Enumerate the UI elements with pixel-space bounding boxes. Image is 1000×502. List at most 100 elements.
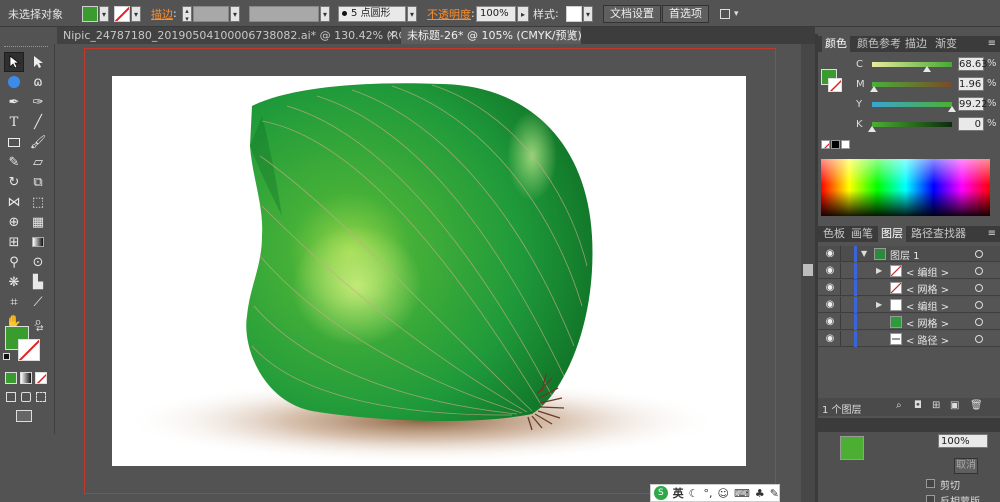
eye-icon[interactable]: ◉ [824, 333, 836, 345]
release-mask-button[interactable]: 取消 [954, 458, 978, 474]
style-swatch[interactable] [566, 5, 582, 22]
pencil-tool[interactable]: ✎ [4, 152, 24, 172]
screen-mode-button[interactable] [16, 410, 32, 422]
lasso-tool[interactable]: ɷ [28, 72, 48, 92]
variable-width-dropdown[interactable]: ▾ [320, 5, 330, 22]
document-setup-button[interactable]: 文档设置 [603, 4, 661, 23]
direct-selection-tool[interactable] [28, 52, 48, 72]
slider-knob[interactable] [948, 106, 956, 112]
opacity-dropdown[interactable]: ▸ [517, 5, 529, 22]
eraser-tool[interactable]: ▱ [28, 152, 48, 172]
variable-width-field[interactable] [249, 5, 319, 22]
channel-value[interactable]: 68.63 [958, 57, 988, 71]
selection-tool[interactable] [4, 52, 24, 72]
layer-row[interactable]: ◉ < 路径 > [818, 331, 1000, 347]
target-circle-icon[interactable] [975, 335, 983, 343]
target-circle-icon[interactable] [975, 267, 983, 275]
tab-swatches[interactable]: 色板 [820, 226, 848, 242]
stroke-swatch[interactable] [114, 5, 130, 22]
color-spectrum[interactable] [821, 159, 990, 216]
tab-color[interactable]: 颜色 [822, 36, 850, 52]
symbol-sprayer-tool[interactable]: ❋ [4, 272, 24, 292]
fill-control[interactable]: ▾ [82, 0, 109, 27]
layer-name[interactable]: 图层 1 [890, 247, 920, 262]
opacity-control[interactable]: 100% ▸ [476, 0, 529, 27]
target-circle-icon[interactable] [975, 284, 983, 292]
quick-swatch-black[interactable] [831, 140, 840, 149]
tab-color-guide[interactable]: 颜色参考 [854, 36, 904, 52]
pen-tool[interactable]: ✒ [4, 92, 24, 112]
eye-icon[interactable]: ◉ [824, 299, 836, 311]
scrollbar-thumb[interactable] [803, 264, 813, 276]
rotate-tool[interactable]: ↻ [4, 172, 24, 192]
stroke-weight-field[interactable] [193, 5, 229, 22]
opacity-label[interactable]: 不透明度 [427, 6, 471, 22]
eye-icon[interactable]: ◉ [824, 316, 836, 328]
target-circle-icon[interactable] [975, 250, 983, 258]
clip-checkbox[interactable] [926, 479, 935, 488]
layer-row[interactable]: ◉ ▼ 图层 1 [818, 246, 1000, 262]
swap-colors-icon[interactable]: ⇄ [36, 324, 44, 334]
brush-dropdown[interactable]: ▾ [407, 5, 417, 22]
panel-menu-icon[interactable]: ≡ [988, 228, 996, 239]
make-clip-mask-icon[interactable]: ◘ [914, 400, 922, 411]
line-tool[interactable]: ╱ [28, 112, 48, 132]
target-circle-icon[interactable] [975, 318, 983, 326]
emoji-icon[interactable]: ☺ [718, 487, 729, 500]
stroke-weight-control[interactable]: ▴ ▾ ▾ [182, 0, 240, 27]
locate-object-icon[interactable]: ⌕ [896, 400, 902, 411]
slider-black[interactable]: K 0 % [818, 116, 1000, 134]
transparency-preview[interactable] [840, 436, 864, 460]
rectangle-tool[interactable] [4, 132, 24, 152]
stroke-dropdown-arrow[interactable]: ▾ [131, 5, 141, 22]
settings-wrench-icon[interactable]: ✎ [770, 487, 779, 500]
draw-inside-button[interactable] [36, 392, 46, 402]
stroke-weight-dropdown[interactable]: ▾ [230, 5, 240, 22]
eye-icon[interactable]: ◉ [824, 282, 836, 294]
eye-icon[interactable]: ◉ [824, 265, 836, 277]
style-control[interactable]: ▾ [566, 0, 593, 27]
fill-swatch[interactable] [82, 5, 98, 22]
delete-layer-icon[interactable]: 🗑 [970, 400, 983, 411]
collapse-triangle-icon[interactable]: ▼ [861, 249, 867, 258]
variable-width-control[interactable]: ▾ [249, 0, 330, 27]
stroke-color-box[interactable] [18, 339, 40, 361]
tab-stroke[interactable]: 描边 [902, 36, 930, 52]
none-mode-button[interactable] [35, 372, 47, 384]
layer-row[interactable]: ◉ < 网格 > [818, 314, 1000, 330]
new-sublayer-icon[interactable]: ⊞ [932, 400, 940, 411]
brush-control[interactable]: 5 点圆形 ▾ [338, 0, 417, 27]
width-tool[interactable]: ⋈ [4, 192, 24, 212]
draw-behind-button[interactable] [21, 392, 31, 402]
vertical-scrollbar[interactable] [801, 44, 815, 502]
panel-menu-icon[interactable]: ≡ [988, 38, 996, 49]
tab-gradient[interactable]: 渐变 [932, 36, 960, 52]
preferences-button[interactable]: 首选项 [662, 4, 709, 23]
slider-cyan[interactable]: C 68.63 % [818, 56, 1000, 74]
layer-row[interactable]: ◉ ▶ < 编组 > [818, 297, 1000, 313]
eye-icon[interactable]: ◉ [824, 248, 836, 260]
type-tool[interactable]: T [4, 112, 24, 132]
column-graph-tool[interactable]: ▙ [28, 272, 48, 292]
expand-triangle-icon[interactable]: ▶ [876, 266, 882, 275]
shape-builder-tool[interactable]: ⊕ [4, 212, 24, 232]
channel-value[interactable]: 0 [958, 117, 984, 131]
sogou-logo-icon[interactable]: S [654, 486, 668, 500]
paintbrush-tool[interactable]: 🖌 [28, 132, 48, 152]
target-circle-icon[interactable] [975, 301, 983, 309]
layer-name[interactable]: < 网格 > [906, 281, 949, 296]
close-icon[interactable]: ✕ [569, 27, 577, 44]
skin-icon[interactable]: ♣ [755, 487, 765, 500]
stroke-weight-stepper[interactable]: ▴ ▾ [182, 5, 192, 23]
slider-yellow[interactable]: Y 99.22 % [818, 96, 1000, 114]
magic-wand-tool[interactable] [4, 72, 24, 92]
slider-track[interactable] [872, 102, 952, 107]
color-mode-button[interactable] [5, 372, 17, 384]
gradient-mode-button[interactable] [20, 372, 32, 384]
style-dropdown[interactable]: ▾ [583, 5, 593, 22]
draw-normal-button[interactable] [6, 392, 16, 402]
brush-field[interactable]: 5 点圆形 [338, 5, 406, 22]
scale-tool[interactable]: ⧉ [28, 172, 48, 192]
layer-name[interactable]: < 路径 > [906, 332, 949, 347]
blend-tool[interactable]: ⊙ [28, 252, 48, 272]
